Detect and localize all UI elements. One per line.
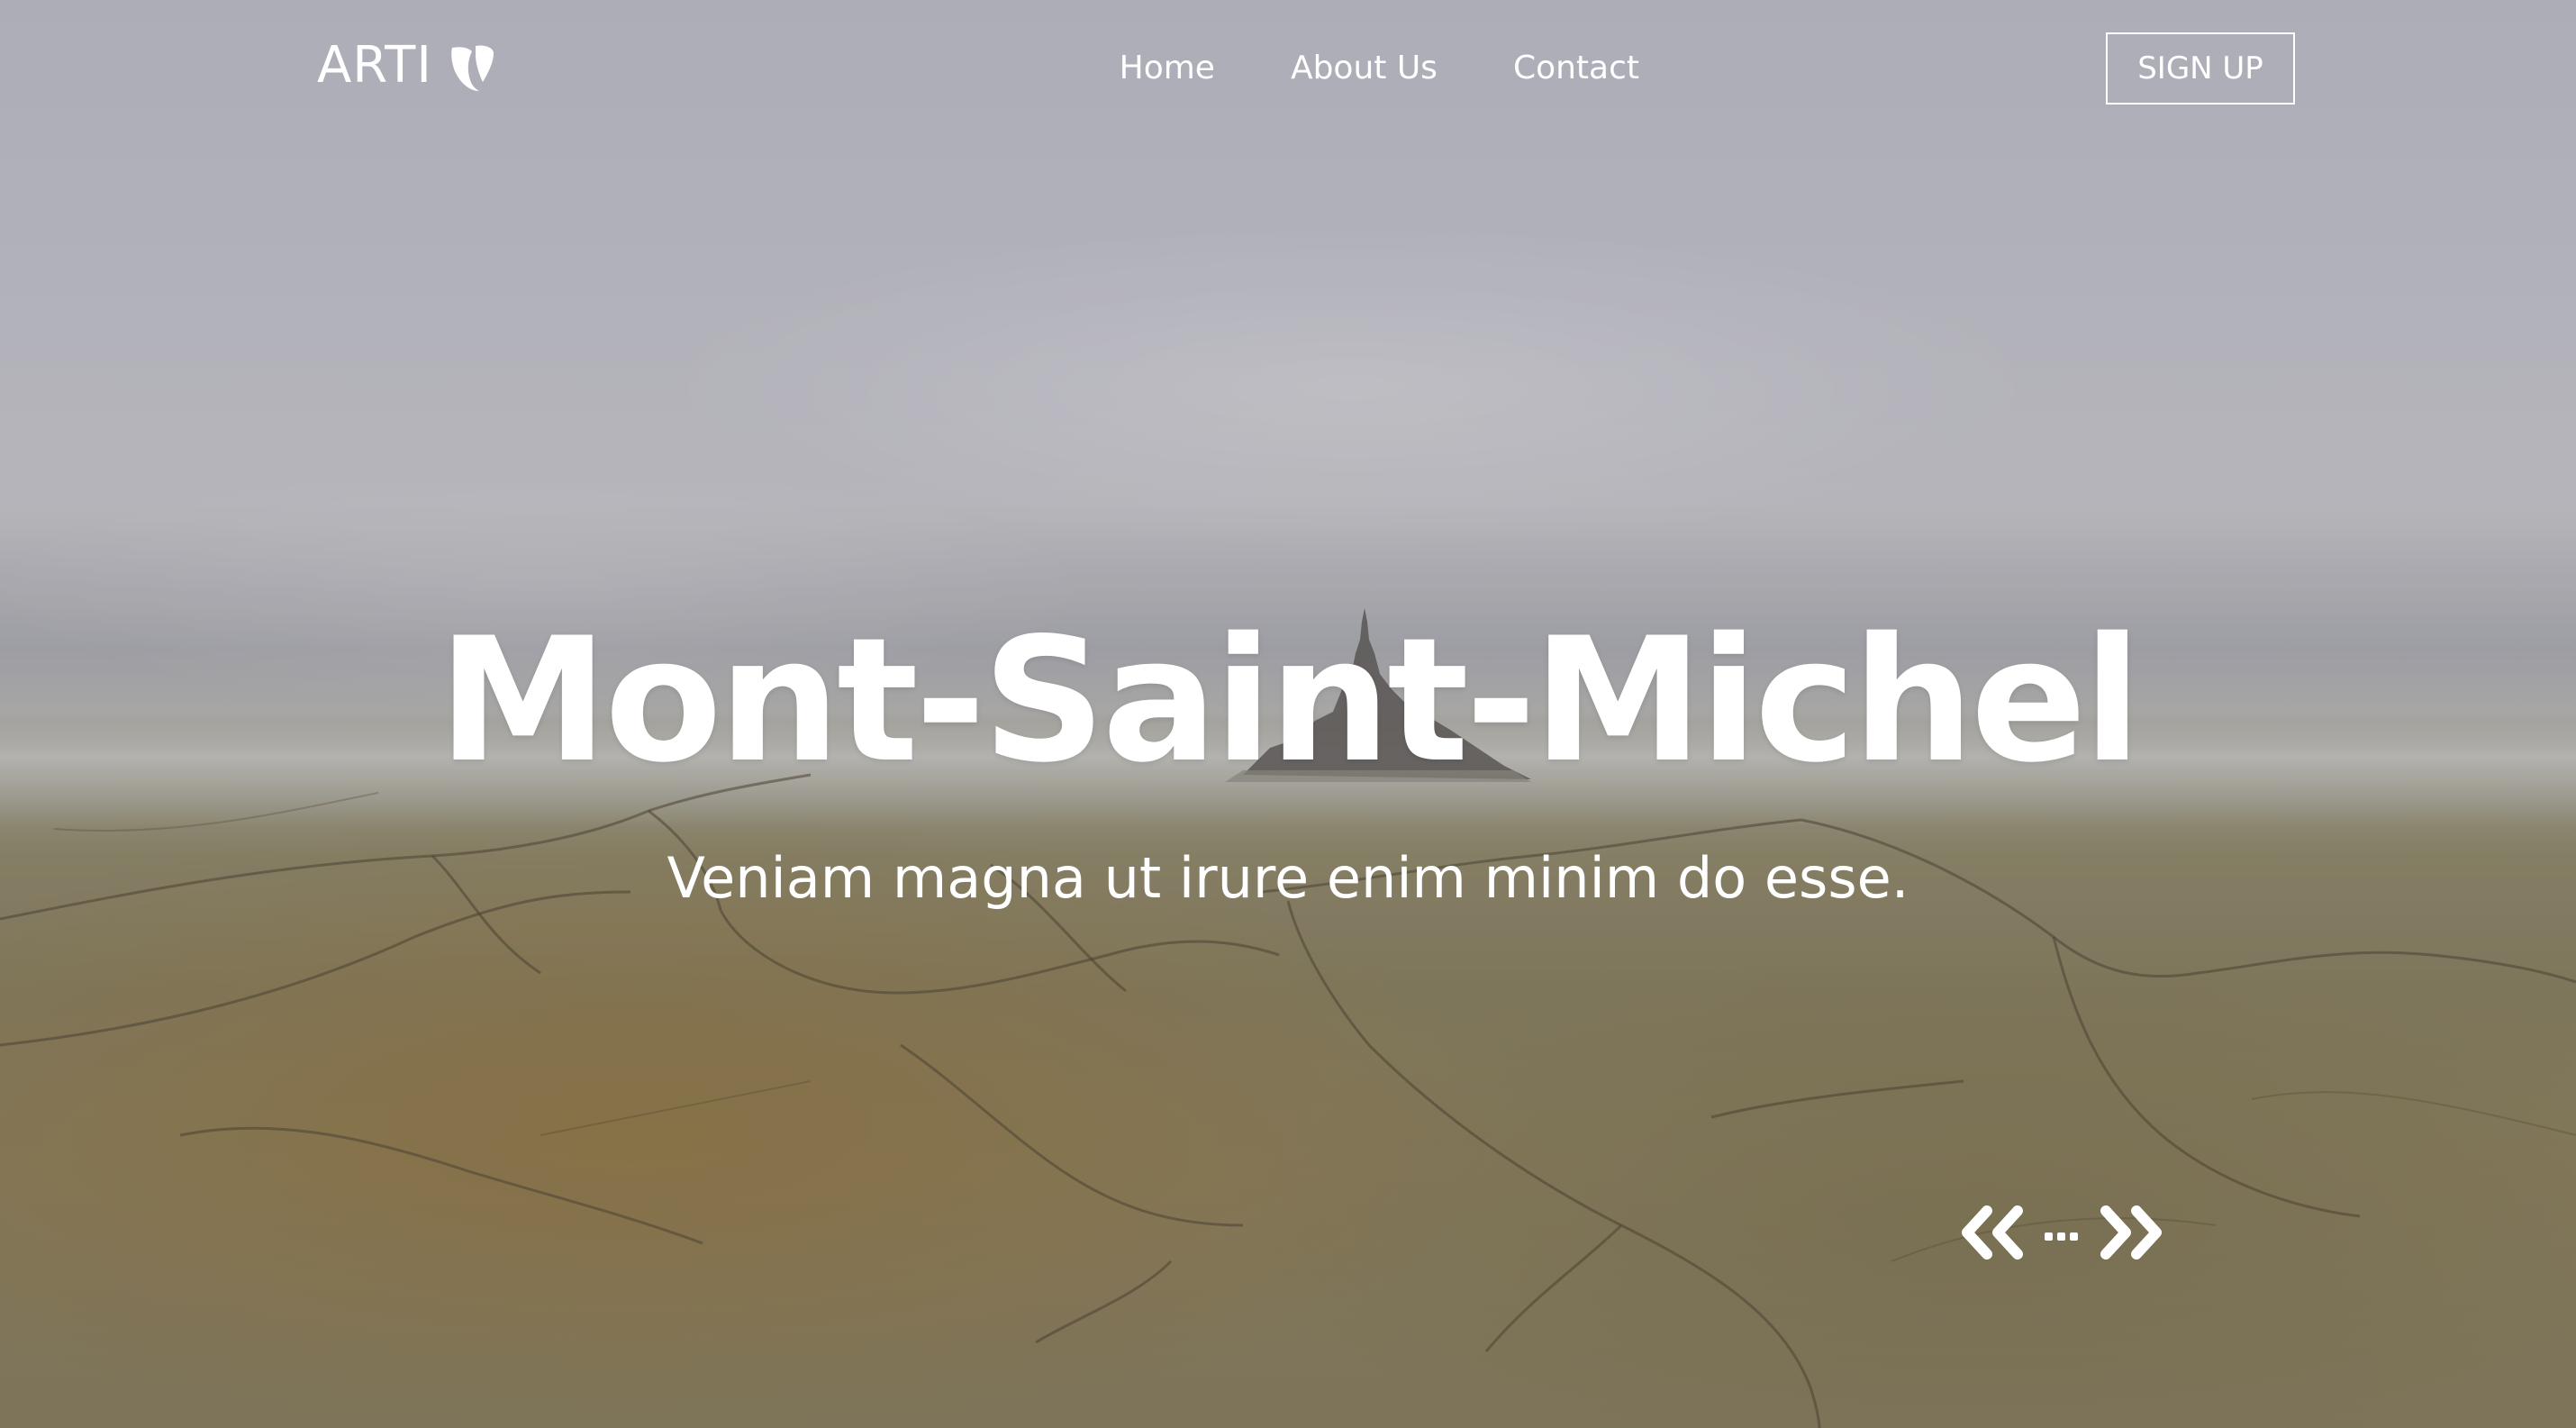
brand-logo[interactable]: ARTI: [317, 34, 495, 97]
top-navbar: ARTI Home About Us Contact SIGN UP: [0, 0, 2576, 135]
double-chevron-left-icon[interactable]: [1956, 1204, 2027, 1261]
sign-up-button[interactable]: SIGN UP: [2106, 32, 2295, 105]
nav-home-link[interactable]: Home: [1120, 41, 1215, 96]
brand-name: ARTI: [317, 36, 432, 95]
main-menu: Home About Us Contact: [1120, 41, 1639, 96]
hero-subtitle: Veniam magna ut irure enim minim do esse…: [667, 845, 1909, 911]
hero-section: ARTI Home About Us Contact SIGN UP Mont-…: [0, 0, 2576, 1428]
ellipsis-icon[interactable]: [2043, 1204, 2081, 1261]
slider-controls: [1956, 1204, 2167, 1261]
nav-about-us-link[interactable]: About Us: [1291, 41, 1438, 96]
nav-contact-link[interactable]: Contact: [1513, 41, 1639, 96]
hero-title: Mont-Saint-Michel: [438, 601, 2142, 800]
double-chevron-right-icon[interactable]: [2097, 1204, 2167, 1261]
typo3-icon: [451, 45, 494, 91]
